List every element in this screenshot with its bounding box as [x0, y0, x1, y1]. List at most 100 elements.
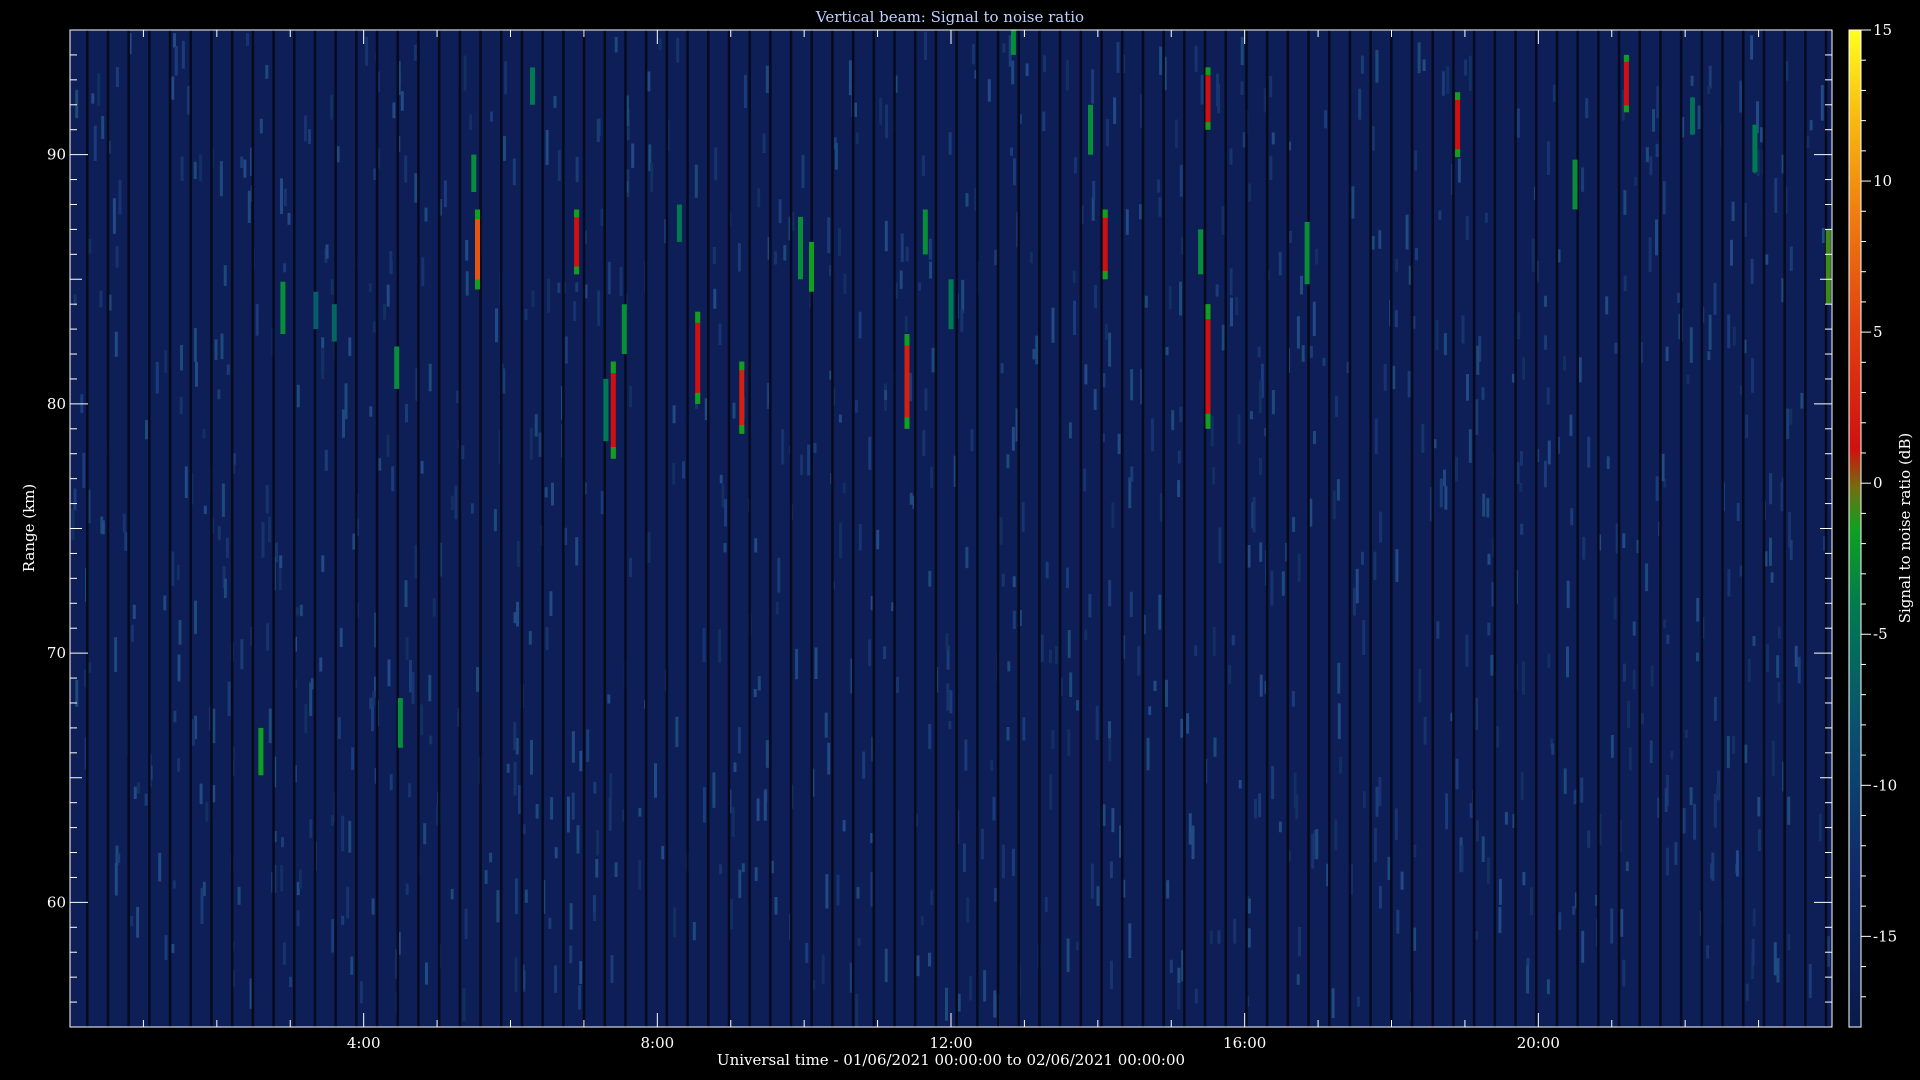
- noise-streak: [1730, 239, 1733, 266]
- noise-streak: [1298, 927, 1301, 957]
- noise-streak: [983, 970, 987, 1002]
- noise-streak: [1271, 390, 1275, 415]
- noise-streak: [1789, 539, 1793, 560]
- noise-streak: [1006, 454, 1010, 469]
- time-gap: [686, 30, 689, 1027]
- noise-streak: [1209, 930, 1213, 945]
- noise-streak: [904, 315, 908, 333]
- noise-streak: [647, 531, 651, 563]
- noise-streak: [1546, 979, 1550, 995]
- noise-streak: [1213, 737, 1217, 757]
- noise-streak: [180, 345, 183, 371]
- noise-streak: [133, 786, 137, 799]
- time-gap: [1328, 30, 1331, 1027]
- x-axis-label: Universal time - 01/06/2021 00:00:00 to …: [717, 1051, 1185, 1069]
- noise-streak: [524, 308, 528, 320]
- noise-streak: [199, 783, 203, 805]
- time-gap: [1203, 30, 1207, 1027]
- noise-streak: [1292, 517, 1296, 532]
- noise-streak: [145, 420, 148, 440]
- noise-streak: [1312, 301, 1316, 336]
- echo-mark: [1690, 97, 1695, 135]
- noise-streak: [101, 520, 105, 535]
- noise-streak: [1760, 127, 1764, 143]
- noise-streak: [762, 133, 766, 154]
- noise-streak: [114, 637, 118, 672]
- noise-streak: [757, 676, 761, 691]
- noise-streak: [765, 740, 769, 768]
- time-gap: [520, 30, 524, 1027]
- time-gap: [1245, 30, 1248, 1027]
- noise-streak: [118, 179, 122, 215]
- noise-streak: [130, 916, 134, 927]
- noise-streak: [1361, 551, 1364, 565]
- echo-edge: [1205, 413, 1211, 429]
- noise-streak: [1752, 636, 1756, 646]
- noise-streak: [1217, 930, 1221, 944]
- echo-edge: [574, 209, 580, 218]
- noise-streak: [1726, 735, 1730, 769]
- noise-streak: [675, 716, 679, 747]
- noise-streak: [1067, 630, 1071, 658]
- noise-streak: [1339, 756, 1343, 774]
- noise-streak: [71, 508, 75, 541]
- noise-streak: [1563, 768, 1567, 795]
- noise-streak: [496, 890, 500, 923]
- echo-edge: [475, 209, 480, 220]
- noise-streak: [531, 290, 535, 307]
- time-gap: [1224, 30, 1227, 1027]
- noise-streak: [1582, 536, 1586, 560]
- noise-streak: [884, 390, 888, 400]
- noise-streak: [1212, 626, 1216, 657]
- noise-streak: [421, 257, 425, 286]
- noise-streak: [1661, 453, 1665, 482]
- noise-streak: [1439, 478, 1443, 508]
- x-tick-label: 16:00: [1223, 1034, 1266, 1052]
- noise-streak: [1252, 496, 1256, 533]
- noise-streak: [800, 454, 803, 475]
- noise-streak: [1421, 423, 1425, 453]
- time-gap: [251, 30, 255, 1027]
- noise-streak: [1732, 735, 1735, 754]
- noise-streak: [654, 763, 657, 798]
- time-gap: [272, 30, 275, 1027]
- noise-streak: [1021, 501, 1025, 532]
- time-gap: [644, 30, 648, 1027]
- noise-streak: [586, 729, 590, 763]
- noise-streak: [1662, 181, 1666, 215]
- noise-streak: [1655, 476, 1659, 501]
- noise-streak: [1148, 706, 1152, 715]
- noise-streak: [596, 118, 600, 142]
- time-gap: [189, 30, 192, 1027]
- noise-streak: [321, 555, 325, 573]
- noise-streak: [813, 442, 817, 454]
- noise-streak: [1625, 861, 1629, 872]
- noise-streak: [443, 180, 447, 208]
- noise-streak: [1362, 620, 1366, 655]
- noise-streak: [462, 988, 466, 1021]
- noise-streak: [1677, 292, 1681, 303]
- noise-streak: [1200, 74, 1204, 105]
- noise-streak: [1010, 147, 1013, 156]
- noise-streak: [88, 662, 92, 673]
- noise-streak: [1573, 789, 1577, 805]
- echo-mark: [1102, 209, 1108, 280]
- noise-streak: [1496, 726, 1500, 748]
- noise-streak: [1771, 740, 1775, 776]
- noise-streak: [1360, 55, 1364, 74]
- time-gap: [996, 30, 1000, 1027]
- noise-streak: [557, 150, 561, 181]
- time-gap: [230, 30, 234, 1027]
- noise-streak: [304, 704, 308, 734]
- time-gap: [86, 30, 89, 1027]
- echo-mark: [1455, 92, 1461, 158]
- noise-streak: [957, 993, 961, 1012]
- noise-streak: [883, 646, 887, 659]
- noise-streak: [404, 155, 408, 183]
- noise-streak: [1371, 235, 1375, 250]
- time-gap: [831, 30, 834, 1027]
- noise-streak: [554, 965, 558, 993]
- noise-streak: [1296, 974, 1300, 985]
- noise-streak: [1221, 206, 1225, 235]
- noise-streak: [330, 279, 334, 295]
